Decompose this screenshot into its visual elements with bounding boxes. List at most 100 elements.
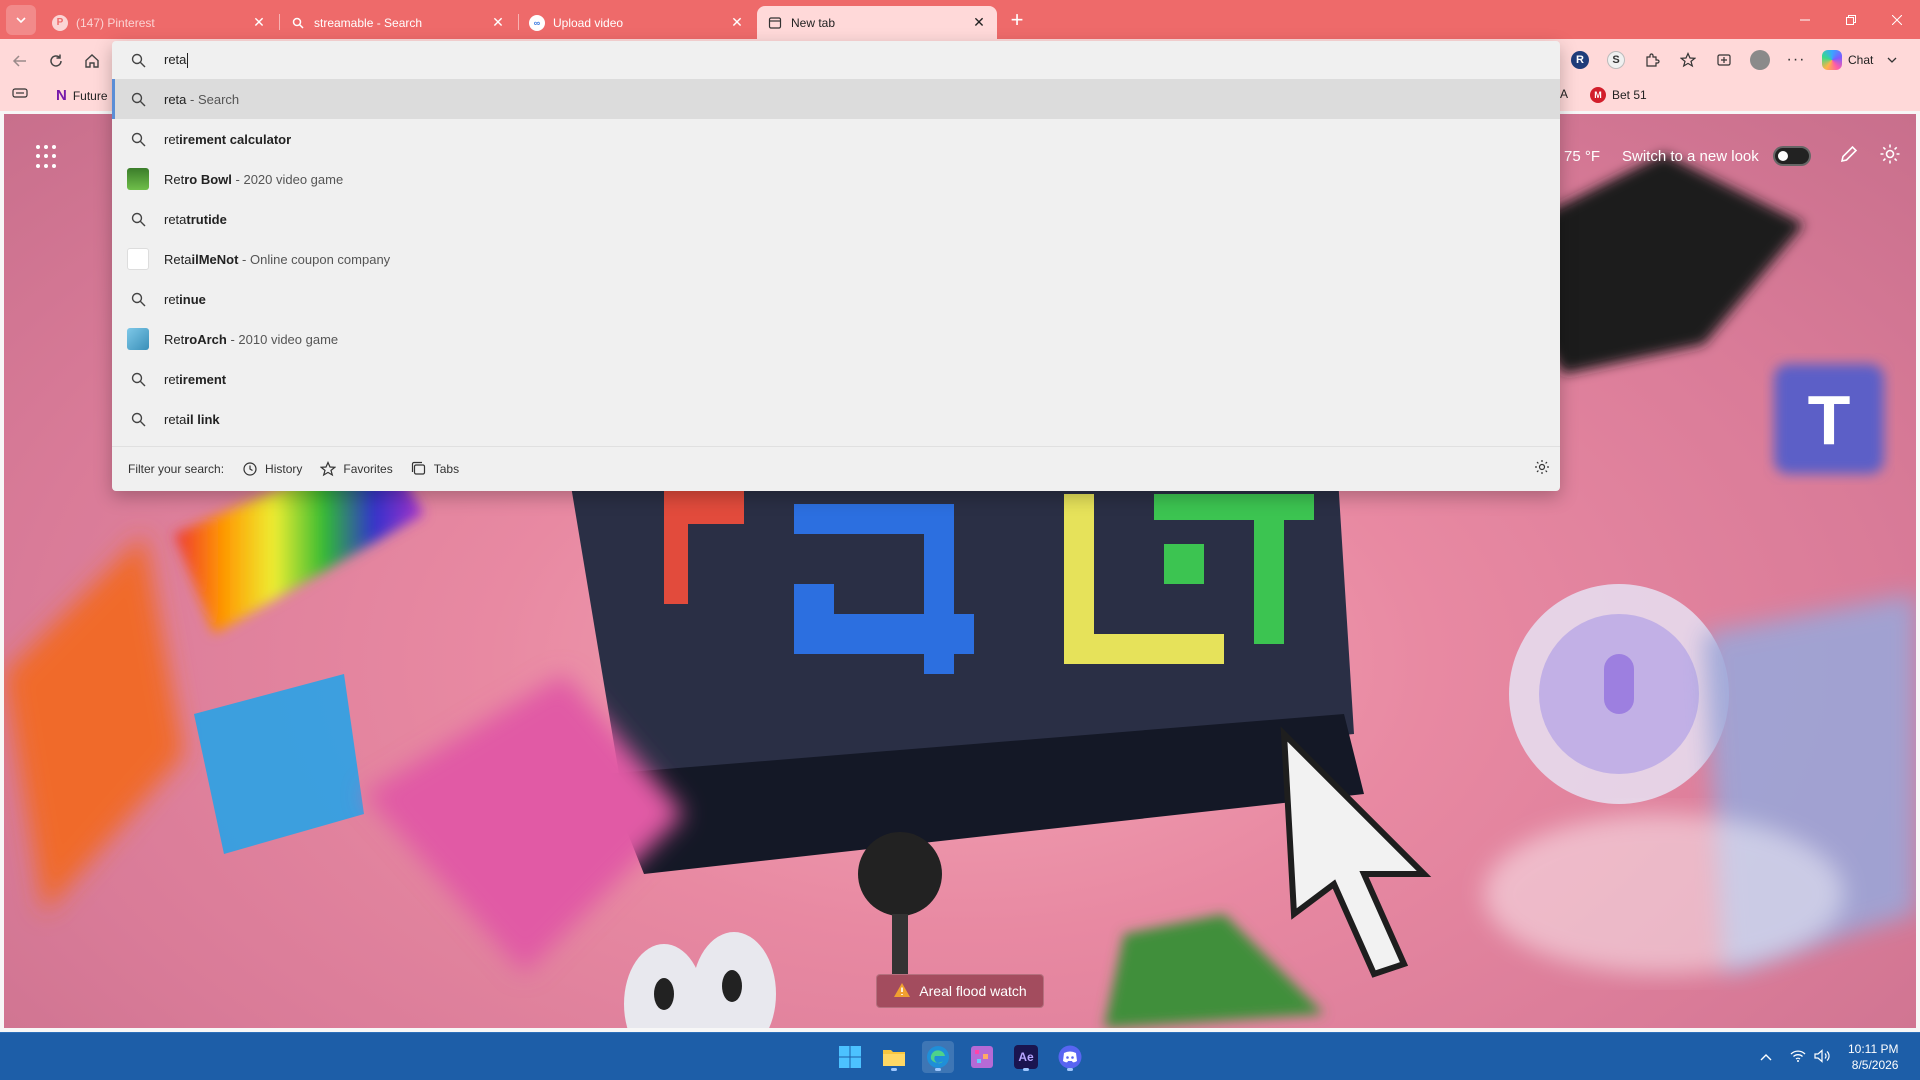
tab-streamable-search[interactable]: streamable - Search ✕ bbox=[280, 6, 516, 39]
close-window-button[interactable] bbox=[1874, 0, 1920, 39]
system-tray: 10:11 PM 8/5/2026 bbox=[1760, 1033, 1898, 1080]
chevron-down-icon bbox=[1887, 57, 1897, 63]
discord-button[interactable] bbox=[1054, 1041, 1086, 1073]
discord-icon bbox=[1058, 1045, 1082, 1069]
suggestion-item[interactable]: retail link bbox=[112, 399, 1560, 439]
back-arrow-icon bbox=[12, 55, 26, 67]
tab-title: New tab bbox=[791, 15, 836, 30]
favorite-label: A bbox=[1560, 87, 1569, 101]
suggestion-item[interactable]: retatrutide bbox=[112, 199, 1560, 239]
search-icon bbox=[290, 15, 306, 31]
suggestion-item[interactable]: retirement calculator bbox=[112, 119, 1560, 159]
tab-upload-video[interactable]: ∞ Upload video ✕ bbox=[519, 6, 755, 39]
weather-alert-text: Areal flood watch bbox=[919, 983, 1027, 999]
copilot-chat-button[interactable]: Chat bbox=[1814, 45, 1905, 75]
new-tab-button[interactable]: + bbox=[1004, 8, 1030, 34]
file-explorer-button[interactable] bbox=[878, 1041, 910, 1073]
suggestion-text: RetailMeNot - Online coupon company bbox=[164, 251, 391, 267]
tab-title: (147) Pinterest bbox=[76, 15, 155, 30]
suggestion-text: Retro Bowl - 2020 video game bbox=[164, 171, 344, 187]
svg-text:T: T bbox=[1808, 381, 1851, 459]
suggestion-item[interactable]: retirement bbox=[112, 359, 1560, 399]
extensions-puzzle-icon[interactable] bbox=[1634, 45, 1670, 75]
suggestion-text: retinue bbox=[164, 291, 206, 307]
tabs-icon bbox=[411, 461, 425, 475]
favorites-star-icon[interactable] bbox=[1670, 45, 1706, 75]
filter-tabs-button[interactable]: Tabs bbox=[411, 461, 459, 477]
restore-button[interactable] bbox=[1828, 0, 1874, 39]
suggestion-text: retirement bbox=[164, 371, 227, 387]
running-indicator bbox=[1023, 1068, 1029, 1071]
refresh-button[interactable] bbox=[42, 47, 70, 75]
chat-label: Chat bbox=[1848, 53, 1874, 67]
tab-strip: P (147) Pinterest ✕ streamable - Search … bbox=[0, 0, 1920, 39]
customize-pencil-icon[interactable] bbox=[1839, 144, 1859, 168]
search-icon bbox=[112, 212, 164, 227]
page-settings-gear-icon[interactable] bbox=[1879, 143, 1901, 169]
favorite-bet51[interactable]: M Bet 51 bbox=[1590, 87, 1647, 103]
collections-icon[interactable] bbox=[1706, 45, 1742, 75]
suggestion-item[interactable]: RetailMeNot - Online coupon company bbox=[112, 239, 1560, 279]
weather-temperature[interactable]: 75 °F bbox=[1564, 148, 1600, 165]
copilot-icon bbox=[1822, 50, 1842, 70]
weather-alert-pill[interactable]: Areal flood watch bbox=[876, 974, 1044, 1008]
minimize-button[interactable] bbox=[1782, 0, 1828, 39]
plus-icon: + bbox=[1010, 7, 1024, 32]
filter-label: Filter your search: bbox=[128, 462, 225, 476]
back-button[interactable] bbox=[6, 47, 34, 75]
address-bar[interactable]: reta bbox=[112, 41, 1560, 79]
home-icon bbox=[85, 54, 99, 68]
suggestion-item[interactable]: retinue bbox=[112, 279, 1560, 319]
taskbar-clock[interactable]: 10:11 PM 8/5/2026 bbox=[1848, 1041, 1898, 1073]
favorites-bar-menu[interactable] bbox=[12, 87, 28, 99]
filter-history-button[interactable]: History bbox=[242, 461, 302, 477]
favorite-future[interactable]: N Future bbox=[56, 87, 108, 104]
minimize-icon bbox=[1800, 19, 1810, 20]
onenote-icon: N bbox=[56, 87, 67, 104]
suggestion-text: RetroArch - 2010 video game bbox=[164, 331, 339, 347]
more-options-icon[interactable]: ··· bbox=[1778, 45, 1814, 75]
restore-icon bbox=[1846, 14, 1856, 25]
favorite-label: Future bbox=[72, 88, 108, 103]
favorite-a[interactable]: A bbox=[1560, 87, 1568, 101]
suggestion-text: retatrutide bbox=[164, 211, 227, 227]
close-icon[interactable]: ✕ bbox=[969, 14, 989, 31]
search-icon bbox=[112, 412, 164, 427]
suggestion-item[interactable]: RetroArch - 2010 video game bbox=[112, 319, 1560, 359]
tab-actions-menu-button[interactable] bbox=[6, 5, 36, 35]
reading-list-icon bbox=[12, 88, 28, 98]
search-icon bbox=[112, 53, 164, 68]
pixel-app-button[interactable] bbox=[966, 1041, 998, 1073]
star-icon bbox=[320, 461, 337, 477]
profile-avatar-icon[interactable] bbox=[1742, 45, 1778, 75]
start-button[interactable] bbox=[834, 1041, 866, 1073]
flood-warning-icon bbox=[893, 982, 911, 1001]
extension-r-icon[interactable]: R bbox=[1562, 45, 1598, 75]
new-look-label: Switch to a new look bbox=[1622, 147, 1759, 165]
address-bar-dropdown: reta reta - Search retirement calculator R… bbox=[112, 41, 1560, 491]
close-icon[interactable]: ✕ bbox=[727, 14, 747, 31]
after-effects-button[interactable]: Ae bbox=[1010, 1041, 1042, 1073]
extension-s-icon[interactable]: S bbox=[1598, 45, 1634, 75]
pixel-art-icon bbox=[971, 1046, 993, 1068]
tab-new-tab[interactable]: New tab ✕ bbox=[757, 6, 997, 39]
home-button[interactable] bbox=[78, 47, 106, 75]
wifi-icon[interactable] bbox=[1790, 1049, 1806, 1065]
new-look-toggle[interactable] bbox=[1772, 146, 1811, 166]
tab-pinterest[interactable]: P (147) Pinterest ✕ bbox=[42, 6, 277, 39]
filter-favorites-button[interactable]: Favorites bbox=[320, 461, 393, 477]
close-icon[interactable]: ✕ bbox=[488, 14, 508, 31]
show-hidden-icons-chevron-icon[interactable] bbox=[1760, 1050, 1772, 1064]
ntp-header-right: 75 °F Switch to a new look bbox=[1564, 143, 1901, 169]
edge-button[interactable] bbox=[922, 1041, 954, 1073]
windows-taskbar: Ae 10:11 PM 8/5/2026 bbox=[0, 1032, 1920, 1080]
retrobowl-thumbnail bbox=[112, 168, 164, 190]
volume-icon[interactable] bbox=[1814, 1048, 1830, 1066]
suggestion-item[interactable]: Retro Bowl - 2020 video game bbox=[112, 159, 1560, 199]
address-bar-input[interactable]: reta bbox=[164, 52, 189, 69]
search-settings-gear-icon[interactable] bbox=[1534, 459, 1550, 478]
suggestion-item[interactable]: reta - Search bbox=[112, 79, 1560, 119]
apps-launcher-icon[interactable] bbox=[36, 145, 60, 169]
close-icon[interactable]: ✕ bbox=[249, 14, 269, 31]
edge-icon bbox=[927, 1046, 949, 1068]
